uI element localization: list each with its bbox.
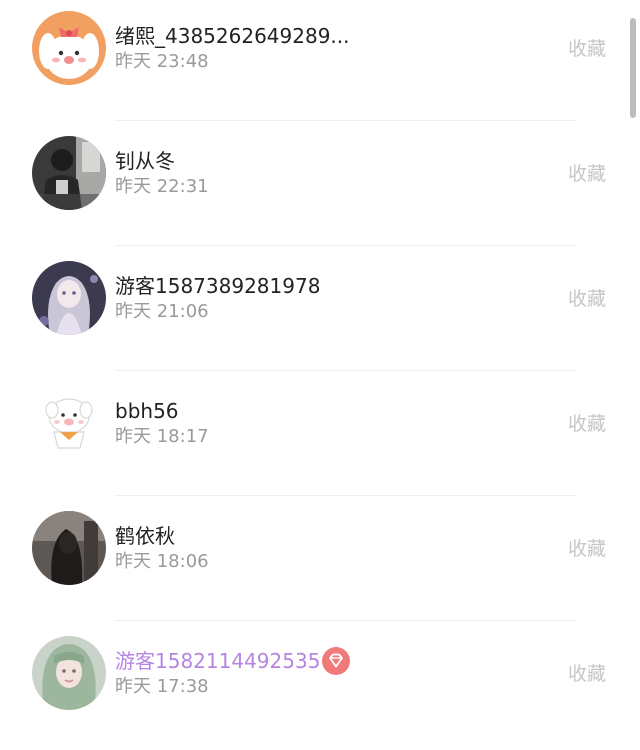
divider: [115, 245, 576, 246]
favorite-button[interactable]: 收藏: [568, 412, 606, 436]
list-item[interactable]: bbh56 昨天 18:17 收藏: [0, 375, 640, 500]
timestamp: 昨天 18:17: [115, 426, 209, 447]
list-item[interactable]: 钊从冬 昨天 22:31 收藏: [0, 125, 640, 250]
user-name[interactable]: 钊从冬: [115, 149, 175, 173]
divider: [115, 620, 576, 621]
list-item[interactable]: 游客1582114492535 昨天 17:38 收藏: [0, 625, 640, 750]
white-puppy-avatar: [32, 386, 106, 460]
user-name[interactable]: bbh56: [115, 399, 179, 423]
avatar[interactable]: [32, 11, 106, 85]
dark-photo-avatar: [32, 136, 106, 210]
avatar[interactable]: [32, 511, 106, 585]
list-item[interactable]: 游客1587389281978 昨天 21:06 收藏: [0, 250, 640, 375]
user-name[interactable]: 游客1587389281978: [115, 274, 320, 298]
timestamp: 昨天 18:06: [115, 551, 209, 572]
scrollbar[interactable]: [630, 18, 636, 118]
avatar[interactable]: [32, 261, 106, 335]
timestamp: 昨天 23:48: [115, 51, 209, 72]
avatar[interactable]: [32, 386, 106, 460]
user-name[interactable]: 绪熙_4385262649289...: [115, 24, 350, 48]
user-name[interactable]: 游客1582114492535: [115, 649, 320, 673]
dark-portrait-avatar: [32, 511, 106, 585]
list-item[interactable]: 绪熙_4385262649289... 昨天 23:48 收藏: [0, 0, 640, 125]
user-name[interactable]: 鹤依秋: [115, 524, 175, 548]
divider: [115, 370, 576, 371]
timestamp: 昨天 22:31: [115, 176, 209, 197]
anime-girl-avatar: [32, 261, 106, 335]
green-hair-avatar: [32, 636, 106, 710]
cartoon-dog-avatar: [32, 11, 106, 85]
diamond-icon: [329, 653, 343, 668]
favorite-button[interactable]: 收藏: [568, 162, 606, 186]
user-list: 绪熙_4385262649289... 昨天 23:48 收藏 钊从冬 昨天 2…: [0, 0, 640, 724]
favorite-button[interactable]: 收藏: [568, 662, 606, 686]
timestamp: 昨天 21:06: [115, 301, 209, 322]
avatar[interactable]: [32, 636, 106, 710]
favorite-button[interactable]: 收藏: [568, 537, 606, 561]
vip-badge: [322, 647, 350, 675]
divider: [115, 495, 576, 496]
favorite-button[interactable]: 收藏: [568, 37, 606, 61]
divider: [115, 120, 576, 121]
list-item[interactable]: 鹤依秋 昨天 18:06 收藏: [0, 500, 640, 625]
favorite-button[interactable]: 收藏: [568, 287, 606, 311]
avatar[interactable]: [32, 136, 106, 210]
timestamp: 昨天 17:38: [115, 676, 209, 697]
